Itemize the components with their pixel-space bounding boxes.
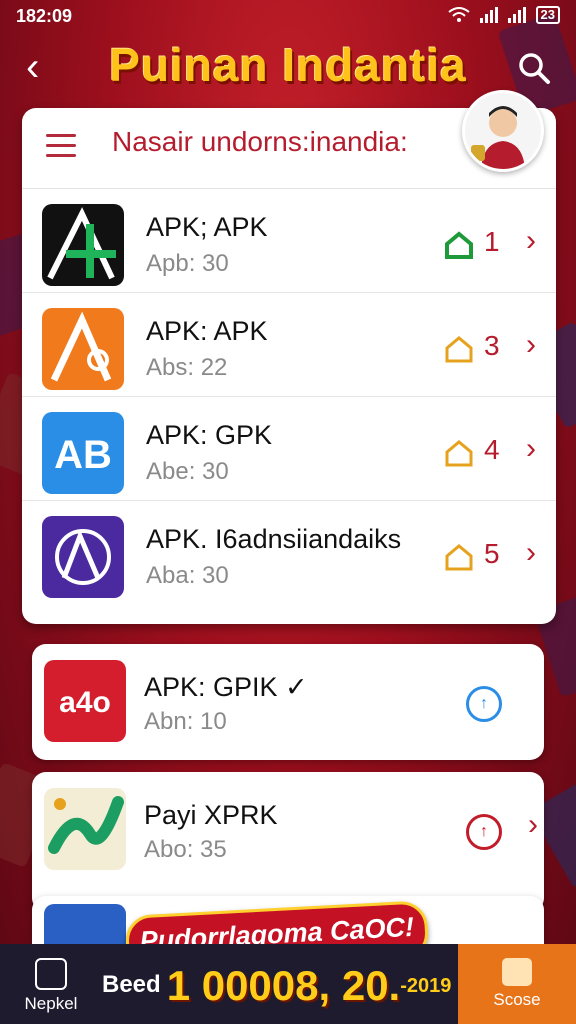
home-icon <box>445 544 473 571</box>
status-circle-icon: ↑ <box>466 686 502 722</box>
signal-icon <box>479 7 498 23</box>
home-icon <box>445 440 473 467</box>
app-name: APK: GPK <box>146 420 273 450</box>
status-circle-icon: ↑ <box>466 814 502 850</box>
app-subtitle: Abs: 22 <box>146 354 228 381</box>
app-icon <box>42 516 124 598</box>
app-subtitle: Abn: 10 <box>144 708 227 735</box>
app-subtitle: Abe: 30 <box>146 458 229 485</box>
chevron-right-icon[interactable]: › <box>526 224 536 258</box>
list-item[interactable]: APK; APK Apb: 30 1 › <box>22 190 556 293</box>
box-icon <box>502 958 532 986</box>
nav-item-nepkel[interactable]: Nepkel <box>16 958 86 1014</box>
app-subtitle: Apb: 30 <box>146 250 229 277</box>
app-count: 4 <box>484 434 500 465</box>
edit-icon <box>35 958 67 990</box>
avatar[interactable] <box>462 90 544 172</box>
battery-icon: 23 <box>535 6 560 24</box>
nav-label: Nepkel <box>24 994 78 1013</box>
chevron-right-icon[interactable]: › <box>526 432 536 466</box>
app-name: APK: APK <box>146 316 268 346</box>
app-title: Puinan Indantia <box>109 39 467 91</box>
list-item[interactable]: Payi XPRK Abo: 35 ↑ › <box>32 772 544 912</box>
svg-text:a4o: a4o <box>59 686 111 719</box>
app-icon <box>42 308 124 390</box>
svg-text:AB: AB <box>54 433 112 477</box>
panel-title: Nasair undorns:inandia: <box>112 126 408 157</box>
status-bar: 182:09 23 <box>0 0 576 32</box>
list-item[interactable]: APK: APK Abs: 22 3 › <box>22 294 556 397</box>
app-count: 1 <box>484 226 500 257</box>
nav-item-scose[interactable]: Scose <box>458 944 576 1024</box>
hamburger-menu-icon[interactable] <box>46 134 76 157</box>
app-name: APK; APK <box>146 212 268 242</box>
app-name: APK. I6adnsiiandaiks <box>146 524 402 554</box>
app-name: APK: GPIK ✓ <box>144 672 308 702</box>
home-icon <box>445 231 473 259</box>
app-icon: AB <box>42 412 124 494</box>
chevron-right-icon[interactable]: › <box>526 536 536 570</box>
search-icon[interactable] <box>514 48 554 88</box>
app-subtitle: Aba: 30 <box>146 562 229 589</box>
app-icon <box>44 788 126 870</box>
wifi-icon <box>447 7 470 22</box>
app-list-panel: Nasair undorns:inandia: APK; APK Apb: 30… <box>22 108 556 624</box>
app-name: Payi XPRK <box>144 800 278 830</box>
app-count: 5 <box>484 538 500 569</box>
status-time: 182:09 <box>16 6 73 26</box>
app-count: 3 <box>484 330 500 361</box>
chevron-right-icon[interactable]: › <box>528 808 538 842</box>
home-icon <box>445 336 473 363</box>
chevron-right-icon[interactable]: › <box>526 328 536 362</box>
nav-label: Scose <box>493 990 541 1009</box>
score-counter: Beed 1 00008, 20.-2019 <box>102 962 451 1010</box>
counter-value: 1 00008, 20. <box>166 962 401 1009</box>
app-icon <box>42 204 124 286</box>
counter-suffix: -2019 <box>400 975 452 997</box>
list-item[interactable]: AB APK: GPK Abe: 30 4 › <box>22 398 556 501</box>
app-subtitle: Abo: 35 <box>144 836 227 863</box>
list-item[interactable]: a4o APK: GPIK ✓ Abn: 10 ↑ <box>32 644 544 760</box>
signal-icon <box>507 7 526 23</box>
app-icon: a4o <box>44 660 126 742</box>
counter-label: Beed <box>102 971 161 998</box>
list-item[interactable]: APK. I6adnsiiandaiks Aba: 30 5 › <box>22 502 556 604</box>
